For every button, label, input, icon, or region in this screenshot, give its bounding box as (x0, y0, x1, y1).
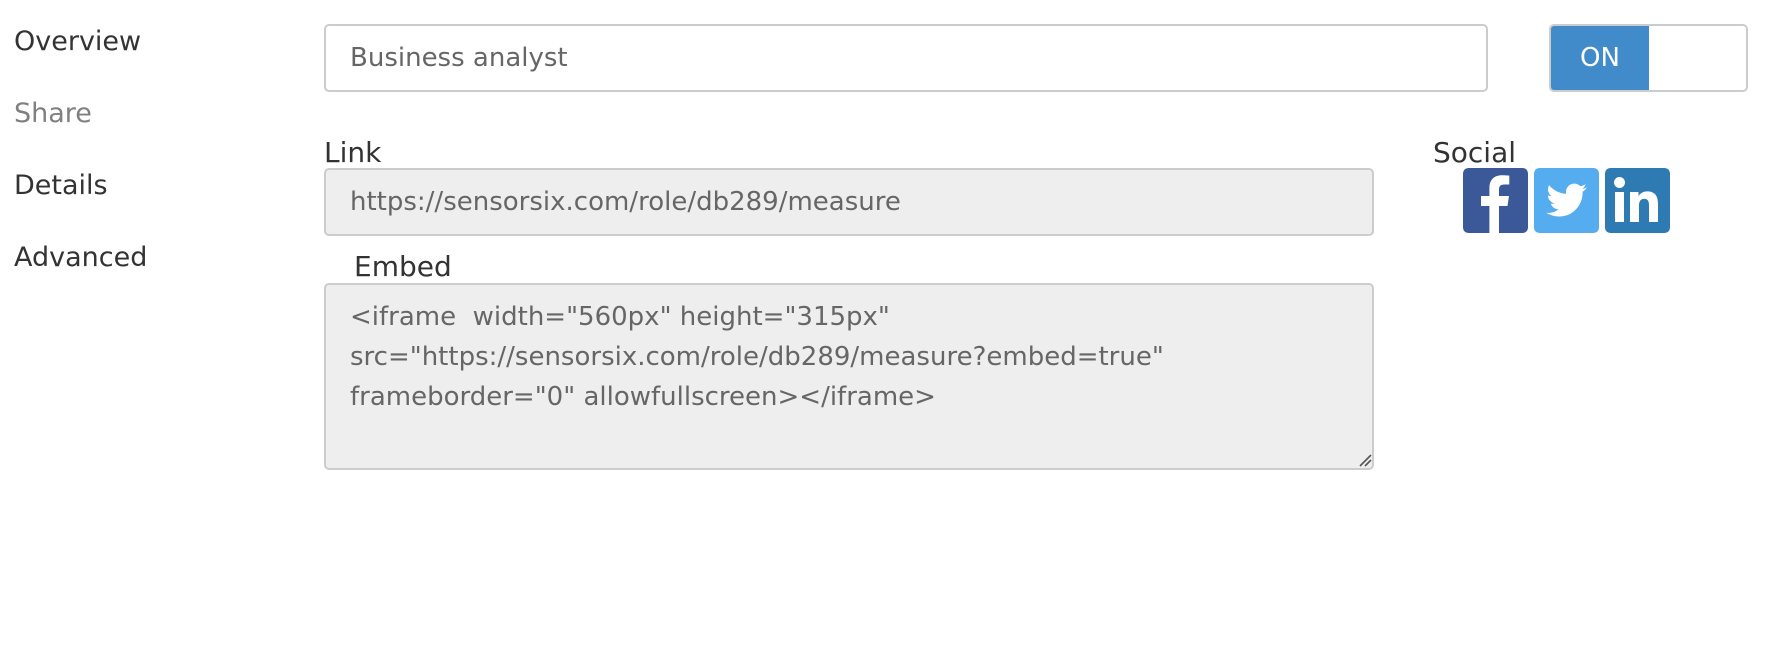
role-name-input[interactable] (324, 24, 1488, 92)
link-label: Link (324, 136, 382, 169)
link-field[interactable] (324, 168, 1374, 236)
sidebar-item-details[interactable]: Details (14, 172, 108, 199)
toggle-on-label[interactable]: ON (1551, 26, 1649, 90)
twitter-share-button[interactable] (1534, 168, 1599, 233)
toggle-off-area[interactable] (1649, 26, 1746, 90)
facebook-icon (1463, 168, 1528, 233)
linkedin-share-button[interactable] (1605, 168, 1670, 233)
linkedin-icon (1605, 168, 1670, 233)
sidebar-item-advanced[interactable]: Advanced (14, 244, 147, 271)
facebook-share-button[interactable] (1463, 168, 1528, 233)
social-label: Social (1433, 136, 1517, 169)
sidebar-item-share[interactable]: Share (14, 100, 92, 127)
resize-grip-icon[interactable] (1358, 453, 1372, 467)
twitter-icon (1534, 168, 1599, 233)
embed-code-textarea[interactable]: <iframe width="560px" height="315px" src… (324, 283, 1374, 470)
embed-label: Embed (354, 250, 452, 283)
sidebar-item-overview[interactable]: Overview (14, 28, 141, 55)
share-toggle[interactable]: ON (1549, 24, 1748, 92)
